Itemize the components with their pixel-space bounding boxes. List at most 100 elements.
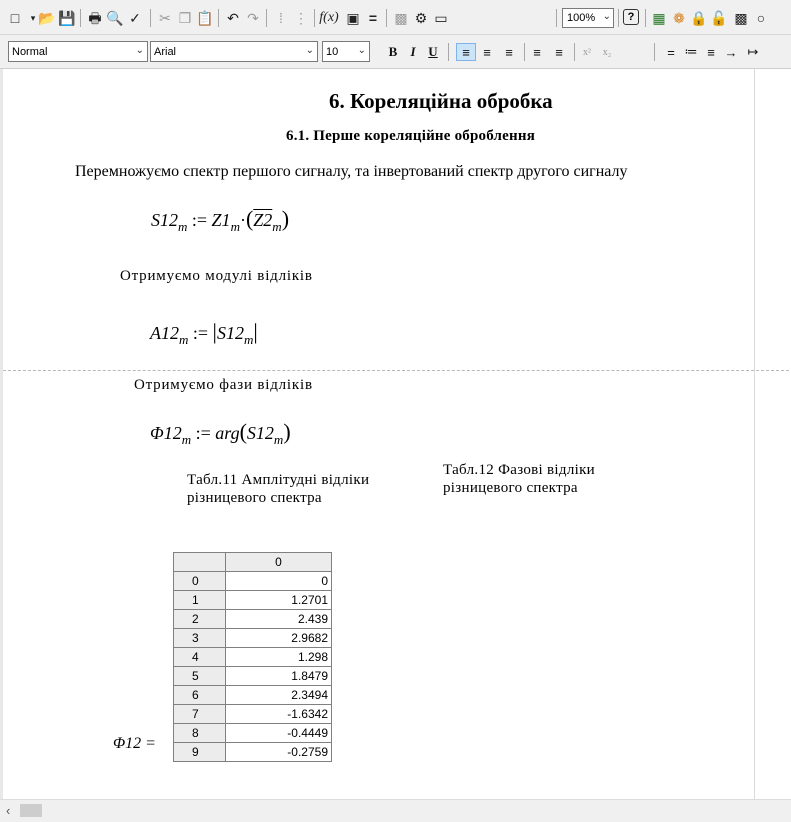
insert-unit-icon[interactable]: ▣: [344, 9, 362, 27]
unlock-icon[interactable]: 🔓: [710, 9, 728, 27]
equation-phases[interactable]: Φ12m := arg(S12m): [150, 419, 291, 448]
page-break-line: [3, 370, 791, 371]
bullet-list-icon[interactable]: ≡: [530, 44, 544, 60]
save-icon[interactable]: 💾: [58, 9, 76, 27]
table-row[interactable]: 00: [173, 571, 332, 591]
eq2-assign: :=: [192, 323, 209, 343]
font-value: Arial: [154, 45, 177, 58]
insert-hyperlink-icon[interactable]: ▩: [392, 9, 410, 27]
style-value: Normal: [12, 45, 48, 58]
eq1-factor-b-sub: m: [272, 219, 282, 234]
scrollbar-thumb[interactable]: [20, 804, 42, 817]
table-row[interactable]: 6 2.3494: [173, 685, 332, 705]
print-icon[interactable]: 🖶: [86, 9, 104, 27]
arrow-both-icon[interactable]: ↦: [746, 44, 760, 60]
cell-value[interactable]: -0.2759: [225, 742, 332, 762]
toolbar-separator: [654, 43, 655, 61]
bold-button[interactable]: B: [386, 44, 400, 60]
print-preview-icon[interactable]: 🔍: [106, 9, 124, 27]
eq3-arg-sub: m: [273, 432, 284, 447]
toolbar-separator: [574, 43, 575, 61]
numbered-list-icon[interactable]: ≡: [552, 44, 566, 60]
cell-value[interactable]: 2.9682: [225, 628, 332, 648]
eq3-arg: S12: [246, 423, 274, 443]
italic-button[interactable]: I: [406, 44, 420, 60]
style-select[interactable]: Normal ⌄: [8, 41, 148, 62]
row-index: 0: [173, 571, 226, 591]
more-toolbar-icon[interactable]: ○: [752, 9, 770, 27]
row-index: 2: [173, 609, 226, 629]
standard-toolbar: □ ▾ 📂 💾 🖶 🔍 ✓ ✂ ❐ 📋 ↶ ↷ ⁞ ⋮ f(x) ▣ = ▩ ⚙…: [0, 0, 791, 35]
align-down-icon[interactable]: ≔: [684, 44, 698, 60]
table-row[interactable]: 1 1.2701: [173, 590, 332, 610]
equation-modules[interactable]: A12m := |S12m|: [150, 319, 258, 348]
subscript-icon[interactable]: x₂: [600, 44, 614, 60]
equation-spectrum-product[interactable]: S12m := Z1m·(Z2m): [151, 206, 289, 235]
eq3-lhs-sub: m: [181, 432, 192, 447]
distribute-icon[interactable]: ≡: [704, 44, 718, 60]
undo-icon[interactable]: ↶: [224, 9, 242, 27]
result-table[interactable]: 0 0 0 1 1.2701 2 2.439 3 2.9682 4 1.298 5 1.8479 6 2.…: [173, 552, 332, 762]
help-icon[interactable]: ?: [623, 9, 639, 25]
align-center-icon[interactable]: ≡: [480, 44, 494, 60]
redo-icon[interactable]: ↷: [244, 9, 262, 27]
eq1-factor-a-sub: m: [230, 219, 240, 234]
toolbar-separator: [524, 43, 525, 61]
table12-caption: Табл.12 Фазові відліки різницевого спект…: [443, 462, 595, 496]
align-down-icon[interactable]: ⋮: [292, 9, 310, 27]
table-row[interactable]: 5 1.8479: [173, 666, 332, 686]
align-across-icon[interactable]: ⁞: [272, 9, 290, 27]
calculate-icon[interactable]: =: [364, 9, 382, 27]
eq1-factor-b: Z2: [253, 210, 273, 230]
table-row[interactable]: 9 -0.2759: [173, 742, 332, 762]
open-folder-icon[interactable]: 📂: [38, 9, 56, 27]
row-index: 7: [173, 704, 226, 724]
cell-value[interactable]: -1.6342: [225, 704, 332, 724]
toolbar-separator: [618, 9, 619, 27]
phases-text: Отримуємо фази відліків: [134, 377, 313, 393]
web-toolbar-icon[interactable]: ▩: [732, 9, 750, 27]
new-document-icon[interactable]: □: [6, 9, 24, 27]
font-select[interactable]: Arial ⌄: [150, 41, 318, 62]
align-across-icon[interactable]: =: [664, 44, 678, 60]
eq2-arg: S12: [216, 323, 244, 343]
cell-value[interactable]: 2.3494: [225, 685, 332, 705]
font-size-value: 10: [326, 45, 339, 58]
align-left-icon[interactable]: ≡: [456, 43, 476, 61]
chevron-down-icon: ⌄: [602, 11, 611, 22]
horizontal-scrollbar[interactable]: ‹: [0, 799, 791, 822]
font-size-select[interactable]: 10 ⌄: [322, 41, 370, 62]
worksheet[interactable]: 6. Кореляційна обробка 6.1. Перше кореля…: [0, 69, 791, 799]
cell-value[interactable]: 0: [225, 571, 332, 591]
cell-value[interactable]: 2.439: [225, 609, 332, 629]
arrow-right-icon[interactable]: →: [724, 44, 738, 60]
insert-function-icon[interactable]: f(x): [319, 9, 338, 27]
toolbar-separator: [386, 9, 387, 27]
lock-icon[interactable]: 🔒: [690, 9, 708, 27]
component-wizard-icon[interactable]: ⚙: [412, 9, 430, 27]
spell-check-icon[interactable]: ✓: [126, 9, 144, 27]
cell-value[interactable]: 1.2701: [225, 590, 332, 610]
table-row[interactable]: 7 -1.6342: [173, 704, 332, 724]
align-right-icon[interactable]: ≡: [502, 44, 516, 60]
scroll-left-icon[interactable]: ‹: [6, 803, 10, 818]
spreadsheet-icon[interactable]: ▦: [650, 9, 668, 27]
cut-icon[interactable]: ✂: [156, 9, 174, 27]
modules-text: Отримуємо модулі відліків: [120, 268, 313, 284]
cell-value[interactable]: 1.298: [225, 647, 332, 667]
paste-icon[interactable]: 📋: [196, 9, 214, 27]
underline-button[interactable]: U: [426, 44, 440, 60]
zoom-select[interactable]: 100% ⌄: [562, 8, 614, 28]
superscript-icon[interactable]: x²: [580, 44, 594, 60]
table-row[interactable]: 2 2.439: [173, 609, 332, 629]
resource-center-icon[interactable]: ❁: [670, 9, 688, 27]
table-row[interactable]: 8 -0.4449: [173, 723, 332, 743]
toolbar-separator: [556, 9, 557, 27]
cell-value[interactable]: 1.8479: [225, 666, 332, 686]
table-row[interactable]: 3 2.9682: [173, 628, 332, 648]
cell-value[interactable]: -0.4449: [225, 723, 332, 743]
table-row[interactable]: 4 1.298: [173, 647, 332, 667]
copy-icon[interactable]: ❐: [176, 9, 194, 27]
toolbar-separator: [448, 43, 449, 61]
region-icon[interactable]: ▭: [432, 9, 450, 27]
